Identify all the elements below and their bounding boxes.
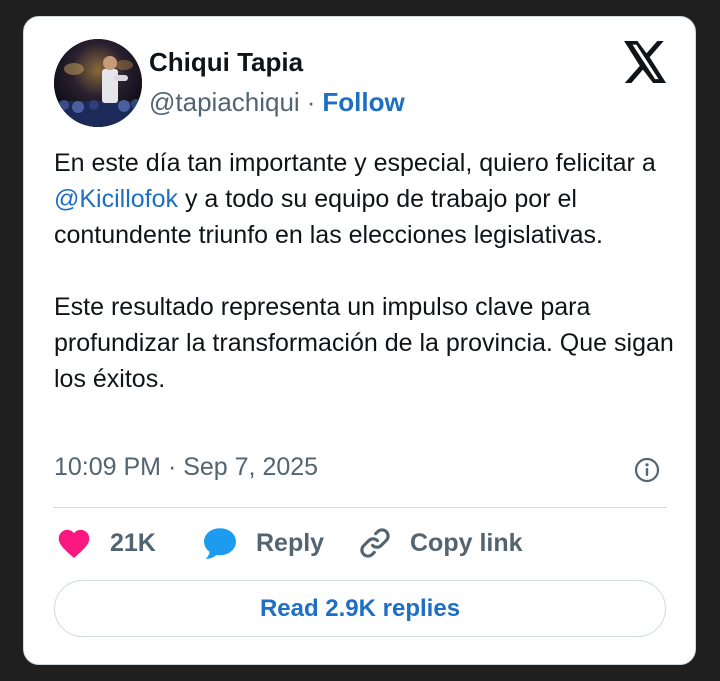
tweet-card: Chiqui Tapia @tapiachiqui · Follow En este… bbox=[23, 16, 696, 665]
read-replies-label: Read 2.9K replies bbox=[259, 594, 461, 622]
mention-link[interactable]: @Kicillofok bbox=[54, 185, 178, 213]
reply-label: Reply bbox=[256, 528, 325, 557]
read-replies-button[interactable]: Read 2.9K replies bbox=[54, 580, 666, 637]
heart-icon bbox=[58, 529, 90, 558]
tweet-paragraph-2: Este resultado representa un impulso cla… bbox=[54, 293, 674, 393]
copy-link-button[interactable]: Copy link bbox=[358, 523, 523, 563]
avatar-photo bbox=[54, 39, 142, 127]
author-handle-row: @tapiachiqui · Follow bbox=[149, 87, 405, 118]
divider bbox=[54, 507, 666, 508]
speech-bubble-icon bbox=[204, 528, 236, 559]
like-count: 21K bbox=[110, 528, 156, 557]
tweet-paragraph-1: En este día tan importante y especial, q… bbox=[54, 145, 674, 253]
avatar[interactable] bbox=[54, 39, 142, 127]
author-handle[interactable]: @tapiachiqui bbox=[149, 87, 300, 117]
x-logo-icon[interactable] bbox=[624, 41, 668, 83]
tweet-text: En este día tan importante y especial, q… bbox=[54, 145, 674, 397]
tweet-text-before-mention: En este día tan importante y especial, q… bbox=[54, 149, 656, 177]
like-button[interactable]: 21K bbox=[56, 523, 156, 563]
tweet-timestamp[interactable]: 10:09 PM · Sep 7, 2025 bbox=[54, 453, 318, 482]
link-icon bbox=[360, 528, 390, 558]
copy-link-label: Copy link bbox=[410, 528, 523, 557]
reply-button[interactable]: Reply bbox=[202, 523, 324, 563]
follow-button[interactable]: Follow bbox=[322, 87, 404, 117]
author-name[interactable]: Chiqui Tapia bbox=[149, 47, 303, 78]
info-icon[interactable] bbox=[634, 457, 660, 483]
separator-dot: · bbox=[306, 87, 316, 117]
